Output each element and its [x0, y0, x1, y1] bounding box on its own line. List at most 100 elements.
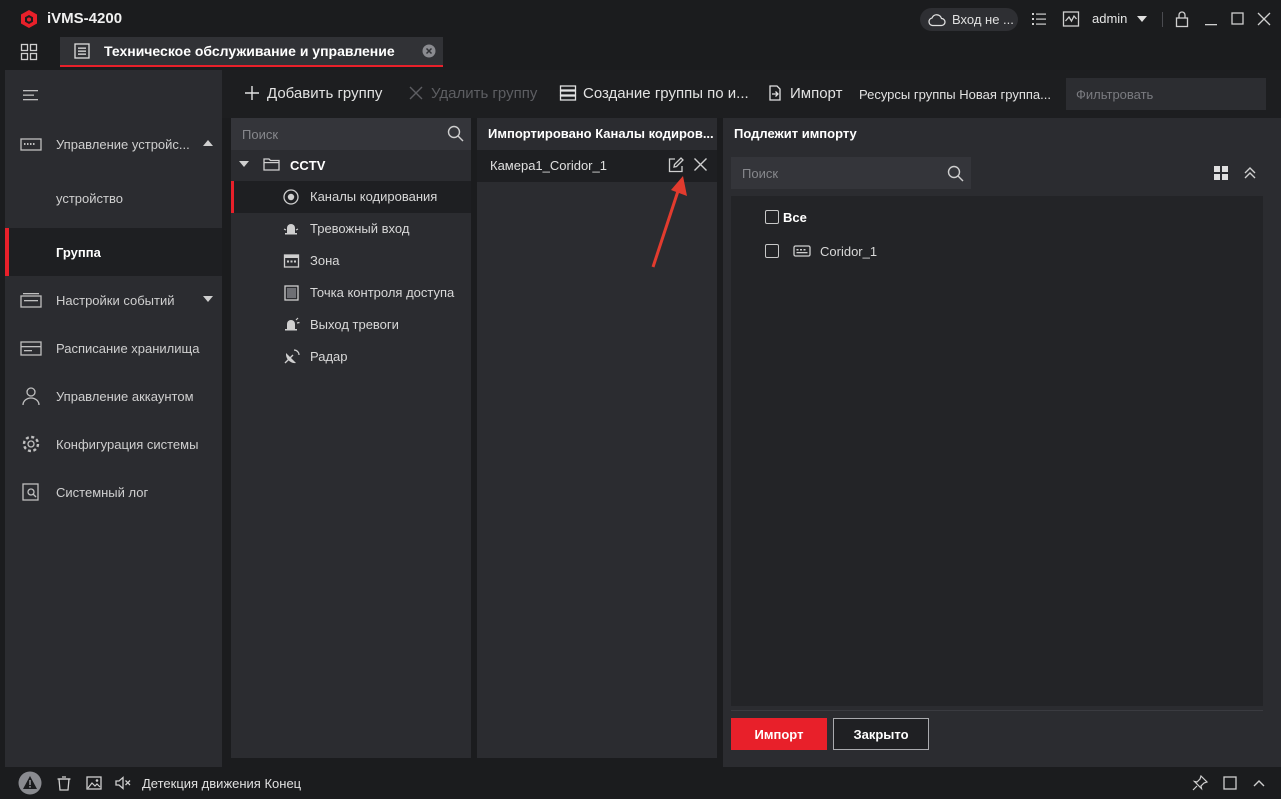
app-grid-icon[interactable] — [20, 43, 38, 61]
cloud-icon — [928, 13, 946, 27]
select-all-checkbox[interactable] — [765, 210, 779, 224]
select-all-label[interactable]: Все — [783, 210, 807, 225]
close-button[interactable]: Закрыто — [833, 718, 929, 750]
close-window-icon[interactable] — [1256, 10, 1274, 28]
alarm-output-icon — [283, 317, 300, 333]
import-icon — [766, 84, 784, 102]
tree-item-access-point[interactable]: Точка контроля доступа — [231, 277, 471, 309]
pending-item-label[interactable]: Coridor_1 — [820, 244, 877, 259]
sidebar-item-device[interactable]: устройство — [5, 174, 222, 222]
tree-item-label: Зона — [310, 253, 340, 268]
tree-item-encoding-channels[interactable]: Каналы кодирования — [231, 181, 471, 213]
tree-item-alarm-input[interactable]: Тревожный вход — [231, 213, 471, 245]
pending-search-input[interactable] — [731, 157, 941, 189]
sidebar-item-label: Системный лог — [56, 484, 149, 500]
sidebar-item-group[interactable]: Группа — [5, 228, 222, 276]
add-group-label: Добавить группу — [267, 84, 383, 102]
device-manager-icon — [20, 134, 42, 154]
sidebar-item-event-settings[interactable]: Настройки событий — [5, 276, 222, 324]
grid-view-icon[interactable] — [1213, 165, 1229, 181]
event-settings-icon — [20, 290, 42, 310]
import-button[interactable]: Импорт — [731, 718, 827, 750]
close-tab-icon[interactable] — [422, 44, 436, 58]
warning-icon[interactable] — [17, 771, 43, 795]
collapse-up-icon[interactable] — [1243, 166, 1257, 180]
chevron-down-icon — [203, 296, 213, 304]
access-point-icon — [283, 285, 300, 301]
active-indicator — [5, 228, 9, 276]
tree-item-alarm-output[interactable]: Выход тревоги — [231, 309, 471, 341]
sidebar-item-account-management[interactable]: Управление аккаунтом — [5, 372, 222, 420]
image-icon[interactable] — [86, 775, 102, 791]
trash-icon[interactable] — [56, 775, 72, 791]
tree-root-label[interactable]: CCTV — [290, 158, 325, 173]
zone-icon — [283, 253, 300, 269]
import-toolbar-button[interactable]: Импорт — [766, 84, 842, 102]
chevron-up-icon — [203, 140, 213, 148]
radar-icon — [283, 349, 300, 365]
account-icon — [20, 386, 42, 406]
mute-icon[interactable] — [115, 775, 131, 791]
cloud-login-button[interactable]: Вход не ... — [920, 8, 1018, 31]
imported-title: Импортировано Каналы кодиров... — [488, 126, 714, 141]
edit-icon[interactable] — [668, 157, 684, 173]
tree-item-label: Точка контроля доступа — [310, 285, 455, 300]
expand-arrow-icon[interactable] — [239, 161, 249, 169]
tree-item-label: Радар — [310, 349, 348, 364]
add-group-button[interactable]: Добавить группу — [243, 84, 382, 102]
hikvision-logo-icon — [19, 9, 39, 29]
sidebar-item-label: Управление устройс... — [56, 136, 190, 152]
sidebar-item-device-management[interactable]: Управление устройс... — [5, 120, 222, 168]
sidebar-item-storage-schedule[interactable]: Расписание хранилища — [5, 324, 222, 372]
tree-item-radar[interactable]: Радар — [231, 341, 471, 373]
remove-icon[interactable] — [693, 157, 708, 172]
task-list-icon[interactable] — [1030, 10, 1048, 28]
group-resources-label: Ресурсы группы Новая группа... — [859, 87, 1051, 102]
annotation-arrow-icon — [645, 172, 690, 272]
sidebar-item-label: Группа — [56, 244, 101, 260]
imported-item-label: Камера1_Coridor_1 — [490, 158, 607, 173]
chevron-down-icon[interactable] — [1137, 16, 1147, 24]
lock-icon[interactable] — [1174, 10, 1192, 28]
storage-schedule-icon — [20, 338, 42, 358]
system-log-icon — [20, 482, 42, 502]
create-group-button[interactable]: Создание группы по и... — [559, 84, 749, 102]
maximize-icon[interactable] — [1230, 10, 1248, 28]
sidebar-item-system-log[interactable]: Системный лог — [5, 468, 222, 516]
server-icon — [559, 84, 577, 102]
sidebar-item-label: Настройки событий — [56, 292, 175, 308]
tree-search-input[interactable] — [231, 118, 441, 150]
encoding-channel-icon — [283, 189, 300, 205]
minimize-icon[interactable] — [1203, 10, 1221, 28]
tree-item-label: Каналы кодирования — [310, 189, 438, 204]
status-monitor-icon[interactable] — [1062, 10, 1080, 28]
create-group-label: Создание группы по и... — [583, 84, 749, 102]
sidebar-item-label: Управление аккаунтом — [56, 388, 194, 404]
tree-item-label: Выход тревоги — [310, 317, 399, 332]
encoder-channel-icon — [793, 244, 811, 258]
sidebar-item-system-configuration[interactable]: Конфигурация системы — [5, 420, 222, 468]
tab-title: Техническое обслуживание и управление — [104, 43, 395, 59]
status-message: Детекция движения Конец — [142, 776, 302, 791]
pin-icon[interactable] — [1192, 775, 1208, 791]
sidebar-item-label: Расписание хранилища — [56, 340, 200, 356]
search-icon[interactable] — [447, 125, 464, 142]
app-title: iVMS-4200 — [47, 10, 123, 27]
menu-icon[interactable] — [23, 88, 39, 102]
tree-item-label: Тревожный вход — [310, 221, 410, 236]
tree-item-zone[interactable]: Зона — [231, 245, 471, 277]
item-checkbox[interactable] — [765, 244, 779, 258]
sidebar-item-label: Конфигурация системы — [56, 436, 199, 452]
search-icon[interactable] — [947, 165, 964, 182]
title-bar — [0, 0, 1281, 38]
filter-input[interactable] — [1066, 78, 1266, 110]
title-divider — [1162, 12, 1163, 27]
maximize-icon[interactable] — [1222, 775, 1238, 791]
gear-icon — [20, 434, 42, 454]
delete-group-button[interactable]: Удалить группу — [407, 84, 537, 102]
close-icon — [407, 84, 425, 102]
pending-list — [731, 196, 1263, 706]
folder-icon — [263, 157, 280, 171]
chevron-up-icon[interactable] — [1251, 775, 1267, 791]
user-name[interactable]: admin — [1092, 11, 1127, 26]
